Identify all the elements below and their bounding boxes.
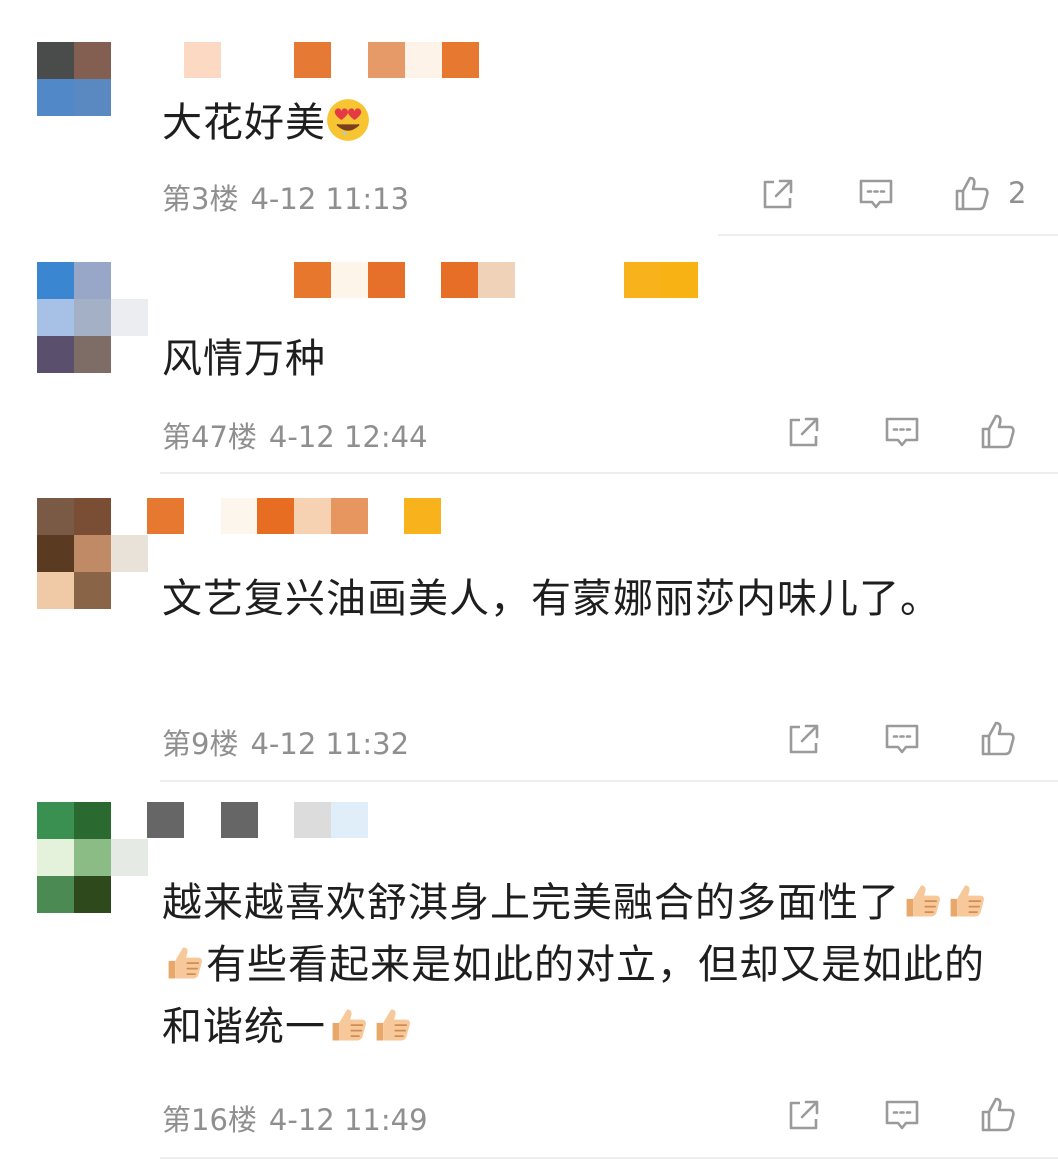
username-redacted[interactable] [147,42,747,78]
divider [160,1157,1058,1159]
reply-icon[interactable] [882,412,922,452]
share-icon[interactable] [784,1095,824,1135]
thumbs-up-emoji [944,878,988,922]
divider [160,780,1058,782]
comment-actions [0,1095,1058,1135]
comment-actions [0,412,1058,452]
share-icon[interactable] [784,719,824,759]
avatar[interactable] [37,802,148,913]
comment-text: 大花好美 [162,92,1002,154]
reply-icon[interactable] [882,719,922,759]
reply-icon[interactable] [882,1095,922,1135]
avatar[interactable] [37,498,148,609]
username-redacted[interactable] [147,262,747,298]
comment-actions: 2 [0,174,1058,214]
thumbs-up-emoji [326,1002,370,1046]
comment-text: 文艺复兴油画美人，有蒙娜丽莎内味儿了。 [162,576,941,622]
username-redacted[interactable] [147,802,747,838]
thumbs-up-icon[interactable] [978,1095,1018,1135]
avatar[interactable] [37,262,148,373]
avatar[interactable] [37,42,147,152]
comment-actions [0,719,1058,759]
share-icon[interactable] [758,174,798,214]
thumbs-up-emoji [900,878,944,922]
username-redacted[interactable] [147,498,747,534]
like-count: 2 [1008,176,1027,210]
comment-text: 越来越喜欢舒淇身上完美融合的多面性了有些看起来是如此的对立，但却又是如此的和谐统… [162,872,1002,1058]
share-icon[interactable] [784,412,824,452]
comment-text: 风情万种 [162,336,326,382]
thumbs-up-icon[interactable] [978,719,1018,759]
thumbs-up-icon[interactable] [952,174,992,214]
thumbs-up-emoji [370,1002,414,1046]
reply-icon[interactable] [856,174,896,214]
thumbs-up-emoji [162,940,206,984]
divider [160,472,1058,474]
heart-eyes-emoji [326,98,370,142]
divider [718,234,1058,236]
thumbs-up-icon[interactable] [978,412,1018,452]
